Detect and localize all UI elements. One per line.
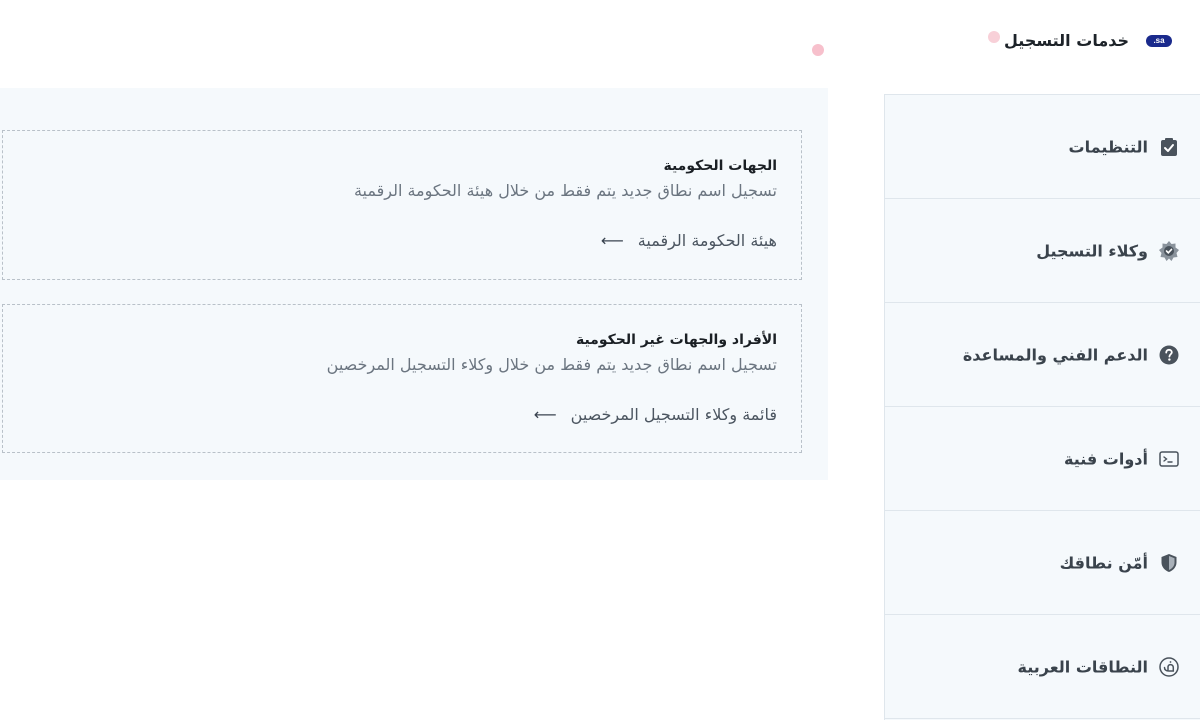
link-label: قائمة وكلاء التسجيل المرخصين [570, 405, 777, 424]
card-title: الأفراد والجهات غير الحكومية [575, 332, 777, 348]
sidebar-item-label: أمّن نطاقك [1059, 553, 1148, 572]
sidebar-item-secure-domain[interactable]: أمّن نطاقك [885, 511, 1200, 615]
sidebar-item-registrars[interactable]: وكلاء التسجيل [885, 199, 1200, 303]
sidebar-item-support[interactable]: الدعم الفني والمساعدة [885, 303, 1200, 407]
sidebar-item-regulations[interactable]: التنظيمات [885, 95, 1200, 199]
sidebar-item-tools[interactable]: أدوات فنية [885, 407, 1200, 511]
main-panel: الجهات الحكومية تسجيل اسم نطاق جديد يتم … [0, 88, 828, 480]
shield-icon [1158, 552, 1180, 574]
arabic-letter-icon [1158, 656, 1180, 678]
terminal-icon [1158, 448, 1180, 470]
sidebar-item-label: وكلاء التسجيل [1036, 241, 1148, 260]
card-description: تسجيل اسم نطاق جديد يتم فقط من خلال وكلا… [326, 355, 777, 374]
page-title: خدمات التسجيل [1004, 31, 1129, 50]
sidebar-item-label: أدوات فنية [1063, 449, 1148, 468]
sidebar-item-arabic-domains[interactable]: النطاقات العربية [885, 615, 1200, 719]
licensed-registrars-link[interactable]: قائمة وكلاء التسجيل المرخصين ⟵ [534, 405, 777, 424]
help-circle-icon [1158, 344, 1180, 366]
sa-domain-badge: .sa [1146, 35, 1172, 47]
arrow-left-icon: ⟵ [533, 405, 557, 424]
sidebar-item-label: النطاقات العربية [1017, 657, 1148, 676]
digital-government-authority-link[interactable]: هيئة الحكومة الرقمية ⟵ [601, 231, 777, 250]
individuals-card: الأفراد والجهات غير الحكومية تسجيل اسم ن… [2, 304, 802, 453]
decorative-dot [988, 31, 1000, 43]
sidebar-item-label: التنظيمات [1068, 137, 1148, 156]
sidebar: التنظيمات وكلاء التسجيل الدعم الفني والم… [884, 94, 1200, 720]
decorative-dot [812, 44, 824, 56]
card-title: الجهات الحكومية [663, 158, 777, 174]
government-entities-card: الجهات الحكومية تسجيل اسم نطاق جديد يتم … [2, 130, 802, 280]
sidebar-item-label: الدعم الفني والمساعدة [962, 345, 1148, 364]
card-description: تسجيل اسم نطاق جديد يتم فقط من خلال هيئة… [353, 181, 777, 200]
clipboard-check-icon [1158, 136, 1180, 158]
link-label: هيئة الحكومة الرقمية [637, 231, 777, 250]
arrow-left-icon: ⟵ [600, 231, 624, 250]
badge-check-icon [1158, 240, 1180, 262]
